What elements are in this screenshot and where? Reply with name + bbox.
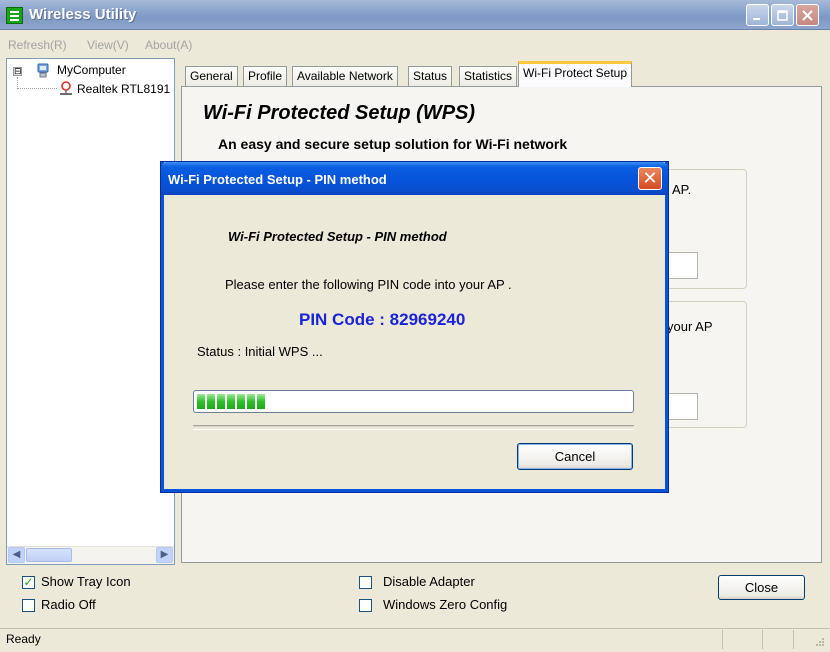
tab-general[interactable]: General	[185, 66, 238, 86]
progress-block	[257, 394, 265, 409]
menu-refresh[interactable]: Refresh(R)	[8, 38, 67, 52]
status-bar	[0, 628, 830, 652]
status-pane	[762, 630, 763, 649]
minimize-icon	[753, 17, 760, 20]
progress-block	[197, 394, 205, 409]
status-pane	[722, 630, 723, 649]
checkmark-icon: ✓	[23, 575, 34, 589]
tree-item-mycomputer[interactable]: MyComputer	[57, 63, 126, 77]
dialog-close-button[interactable]: ✕	[638, 167, 662, 190]
windows-zero-config-checkbox[interactable]	[359, 599, 372, 612]
radio-off-label: Radio Off	[41, 597, 96, 612]
resize-grip-icon[interactable]	[814, 636, 826, 648]
wps-subtitle: An easy and secure setup solution for Wi…	[218, 136, 568, 152]
pin-code: PIN Code : 82969240	[299, 310, 466, 329]
status-text: Ready	[6, 632, 41, 646]
show-tray-icon-checkbox[interactable]: ✓	[22, 576, 35, 589]
pin-method-text: AP.	[672, 182, 692, 197]
status-pane	[793, 630, 794, 649]
tree-collapse-icon[interactable]: ⊟	[13, 67, 22, 76]
radio-off-checkbox[interactable]	[22, 599, 35, 612]
tab-available-network[interactable]: Available Network	[292, 66, 398, 86]
scroll-thumb[interactable]	[26, 548, 72, 562]
disable-adapter-checkbox[interactable]	[359, 576, 372, 589]
progress-block	[237, 394, 245, 409]
close-icon	[802, 9, 813, 21]
show-tray-icon-label: Show Tray Icon	[41, 574, 131, 589]
progress-block	[247, 394, 255, 409]
pin-button[interactable]	[668, 252, 698, 279]
minimize-button[interactable]	[746, 4, 769, 26]
pbc-button[interactable]	[668, 393, 698, 420]
dialog-title: Wi-Fi Protected Setup - PIN method	[168, 172, 387, 187]
disable-adapter-label: Disable Adapter	[383, 574, 475, 589]
menu-about[interactable]: About(A)	[145, 38, 192, 52]
maximize-icon	[777, 9, 788, 21]
close-icon: ✕	[642, 168, 658, 188]
device-tree-panel[interactable]	[6, 58, 175, 565]
scroll-left-button[interactable]: ◀	[8, 547, 25, 563]
tree-connector	[17, 88, 57, 89]
menu-view[interactable]: View(V)	[87, 38, 129, 52]
tab-statistics[interactable]: Statistics	[459, 66, 518, 86]
wps-title: Wi-Fi Protected Setup (WPS)	[203, 102, 476, 124]
tab-wifi-protect-setup[interactable]: Wi-Fi Protect Setup	[518, 61, 633, 87]
tree-item-realtek[interactable]: Realtek RTL8191	[77, 82, 170, 96]
tab-profile[interactable]: Profile	[243, 66, 288, 86]
progress-block	[207, 394, 215, 409]
maximize-button[interactable]	[771, 4, 794, 26]
wps-status: Status : Initial WPS ...	[197, 344, 323, 359]
dialog-heading: Wi-Fi Protected Setup - PIN method	[228, 229, 447, 244]
progress-fill	[197, 394, 265, 409]
dialog-message: Please enter the following PIN code into…	[225, 277, 512, 292]
cancel-button[interactable]: Cancel	[517, 443, 633, 470]
windows-zero-config-label: Windows Zero Config	[383, 597, 508, 612]
pbc-method-text: your AP	[667, 319, 713, 334]
window-title: Wireless Utility	[29, 6, 137, 23]
computer-icon	[37, 63, 49, 78]
tab-status[interactable]: Status	[408, 66, 453, 86]
app-icon	[6, 7, 23, 24]
dialog-divider	[193, 425, 634, 430]
window-close-button[interactable]	[796, 4, 819, 26]
wireless-adapter-icon	[60, 81, 72, 95]
arrow-left-icon: ◀	[12, 549, 21, 560]
progress-block	[217, 394, 225, 409]
progress-block	[227, 394, 235, 409]
close-button[interactable]: Close	[718, 575, 805, 600]
arrow-right-icon: ▶	[160, 549, 169, 560]
scroll-right-button[interactable]: ▶	[156, 547, 173, 563]
